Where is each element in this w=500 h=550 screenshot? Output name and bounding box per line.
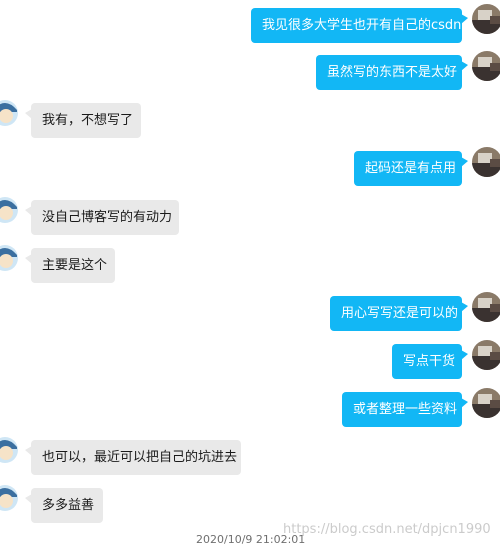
message-incoming: 没自己博客写的有动力 (25, 200, 179, 235)
avatar-photo-icon (472, 340, 500, 370)
receiver-avatar[interactable] (0, 435, 20, 465)
avatar-photo-icon (472, 388, 500, 418)
message-outgoing: 虽然写的东西不是太好 (316, 55, 468, 90)
sender-avatar[interactable] (472, 388, 500, 418)
message-outgoing: 或者整理一些资料 (342, 392, 468, 427)
avatar-cartoon-icon (0, 98, 20, 128)
message-incoming: 也可以，最近可以把自己的坑进去 (25, 440, 241, 475)
avatar-cartoon-icon (0, 195, 20, 225)
message-incoming: 主要是这个 (25, 248, 115, 283)
receiver-avatar[interactable] (0, 483, 20, 513)
message-incoming: 我有，不想写了 (25, 103, 141, 138)
avatar-cartoon-icon (0, 243, 20, 273)
blog-watermark: https://blog.csdn.net/dpjcn1990 (283, 522, 491, 537)
receiver-avatar[interactable] (0, 98, 20, 128)
avatar-photo-icon (472, 147, 500, 177)
receiver-avatar[interactable] (0, 195, 20, 225)
avatar-photo-icon (472, 292, 500, 322)
message-outgoing: 起码还是有点用 (354, 151, 468, 186)
sender-avatar[interactable] (472, 340, 500, 370)
sender-avatar[interactable] (472, 4, 500, 34)
message-outgoing: 写点干货 (392, 344, 468, 379)
avatar-photo-icon (472, 51, 500, 81)
message-incoming: 多多益善 (25, 488, 103, 523)
sender-avatar[interactable] (472, 147, 500, 177)
message-outgoing: 我见很多大学生也开有自己的csdn (251, 8, 468, 43)
message-outgoing: 用心写写还是可以的 (330, 296, 468, 331)
receiver-avatar[interactable] (0, 243, 20, 273)
sender-avatar[interactable] (472, 51, 500, 81)
avatar-photo-icon (472, 4, 500, 34)
chat-window: 我见很多大学生也开有自己的csdn 虽然写的东西不是太好 我有，不想写了 起码还… (0, 0, 500, 550)
avatar-cartoon-icon (0, 435, 20, 465)
sender-avatar[interactable] (472, 292, 500, 322)
avatar-cartoon-icon (0, 483, 20, 513)
